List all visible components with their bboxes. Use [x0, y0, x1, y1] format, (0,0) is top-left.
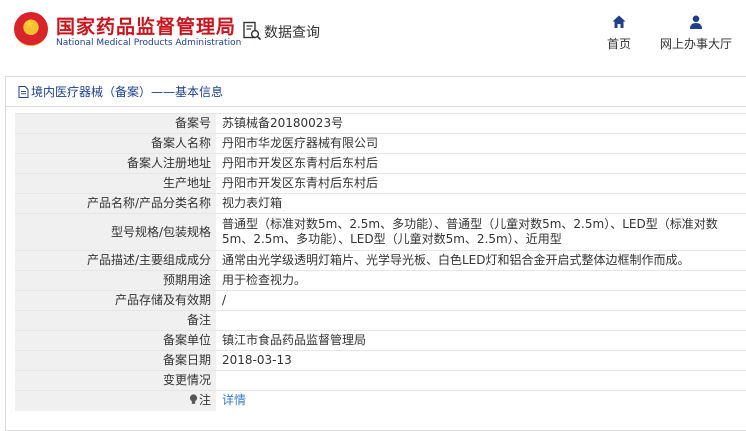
- field-value: 丹阳市华龙医疗器械有限公司: [216, 133, 746, 154]
- data-search-label: 数据查询: [264, 25, 320, 41]
- nav-home[interactable]: 首页: [598, 14, 640, 52]
- field-label: 变更情况: [15, 370, 216, 391]
- nav-online-office[interactable]: 网上办事大厅: [654, 14, 738, 52]
- section-title-text: 境内医疗器械（备案）——基本信息: [31, 85, 224, 99]
- field-value: 通常由光学级透明灯箱片、光学导光板、白色LED灯和铝合金开启式整体边框制作而成。: [216, 250, 746, 271]
- lightbulb-icon: [189, 394, 198, 404]
- table-row: 备注: [15, 310, 746, 331]
- table-row: 备案日期 2018-03-13: [15, 350, 746, 371]
- logo-title-en: National Medical Products Administration: [56, 38, 242, 48]
- field-label: 生产地址: [15, 173, 216, 194]
- field-label: 产品存储及有效期: [15, 290, 216, 311]
- field-value: 丹阳市开发区东青村后东村后: [216, 153, 746, 174]
- field-value: 2018-03-13: [216, 350, 746, 371]
- table-row: 备案人注册地址 丹阳市开发区东青村后东村后: [15, 153, 746, 174]
- table-row: 备案号 苏镇械备20180023号: [15, 113, 746, 134]
- national-emblem-icon: ★: [14, 12, 48, 46]
- document-search-icon: [243, 21, 262, 41]
- table-row: 生产地址 丹阳市开发区东青村后东村后: [15, 173, 746, 194]
- field-label: 备注: [15, 310, 216, 331]
- field-label: 备案日期: [15, 350, 216, 371]
- section-title: 境内医疗器械（备案）——基本信息: [6, 77, 746, 107]
- note-label-cell: 注: [15, 390, 216, 411]
- field-label: 备案人注册地址: [15, 153, 216, 174]
- table-row: 产品描述/主要组成成分 通常由光学级透明灯箱片、光学导光板、白色LED灯和铝合金…: [15, 250, 746, 271]
- details-link[interactable]: 详情: [222, 393, 246, 407]
- site-header: ★ 国家药品监督管理局 National Medical Products Ad…: [0, 0, 746, 70]
- field-value: 镇江市食品药品监督管理局: [216, 330, 746, 351]
- field-value: 苏镇械备20180023号: [216, 113, 746, 134]
- field-value: /: [216, 290, 746, 311]
- field-label: 产品名称/产品分类名称: [15, 193, 216, 214]
- field-label: 备案号: [15, 113, 216, 134]
- field-value: [216, 370, 746, 391]
- field-value: 丹阳市开发区东青村后东村后: [216, 173, 746, 194]
- table-row: 变更情况: [15, 370, 746, 391]
- field-label: 产品描述/主要组成成分: [15, 250, 216, 271]
- field-value: 视力表灯箱: [216, 193, 746, 214]
- document-icon: [18, 85, 29, 98]
- field-value: [216, 310, 746, 331]
- record-info-table: 备案号 苏镇械备20180023号 备案人名称 丹阳市华龙医疗器械有限公司 备案…: [15, 113, 746, 411]
- nav-online-office-label: 网上办事大厅: [659, 37, 732, 51]
- user-icon: [690, 15, 702, 29]
- logo-title-cn: 国家药品监督管理局: [56, 16, 237, 38]
- table-row: 型号规格/包装规格 普通型（标准对数5m、2.5m、多功能）、普通型（儿童对数5…: [15, 213, 746, 251]
- details-link-cell: 详情: [216, 390, 746, 411]
- field-label: 备案单位: [15, 330, 216, 351]
- nav-home-label: 首页: [606, 37, 631, 51]
- table-row: 产品存储及有效期 /: [15, 290, 746, 311]
- table-row: 注 详情: [15, 390, 746, 411]
- table-row: 备案人名称 丹阳市华龙医疗器械有限公司: [15, 133, 746, 154]
- field-label: 预期用途: [15, 270, 216, 291]
- table-row: 产品名称/产品分类名称 视力表灯箱: [15, 193, 746, 214]
- field-label: 型号规格/包装规格: [15, 213, 216, 251]
- field-label: 备案人名称: [15, 133, 216, 154]
- note-label: 注: [198, 393, 211, 408]
- table-row: 备案单位 镇江市食品药品监督管理局: [15, 330, 746, 351]
- table-row: 预期用途 用于检查视力。: [15, 270, 746, 291]
- field-value: 普通型（标准对数5m、2.5m、多功能）、普通型（儿童对数5m、2.5m）、LE…: [216, 213, 746, 251]
- field-value: 用于检查视力。: [216, 270, 746, 291]
- home-icon: [612, 15, 626, 28]
